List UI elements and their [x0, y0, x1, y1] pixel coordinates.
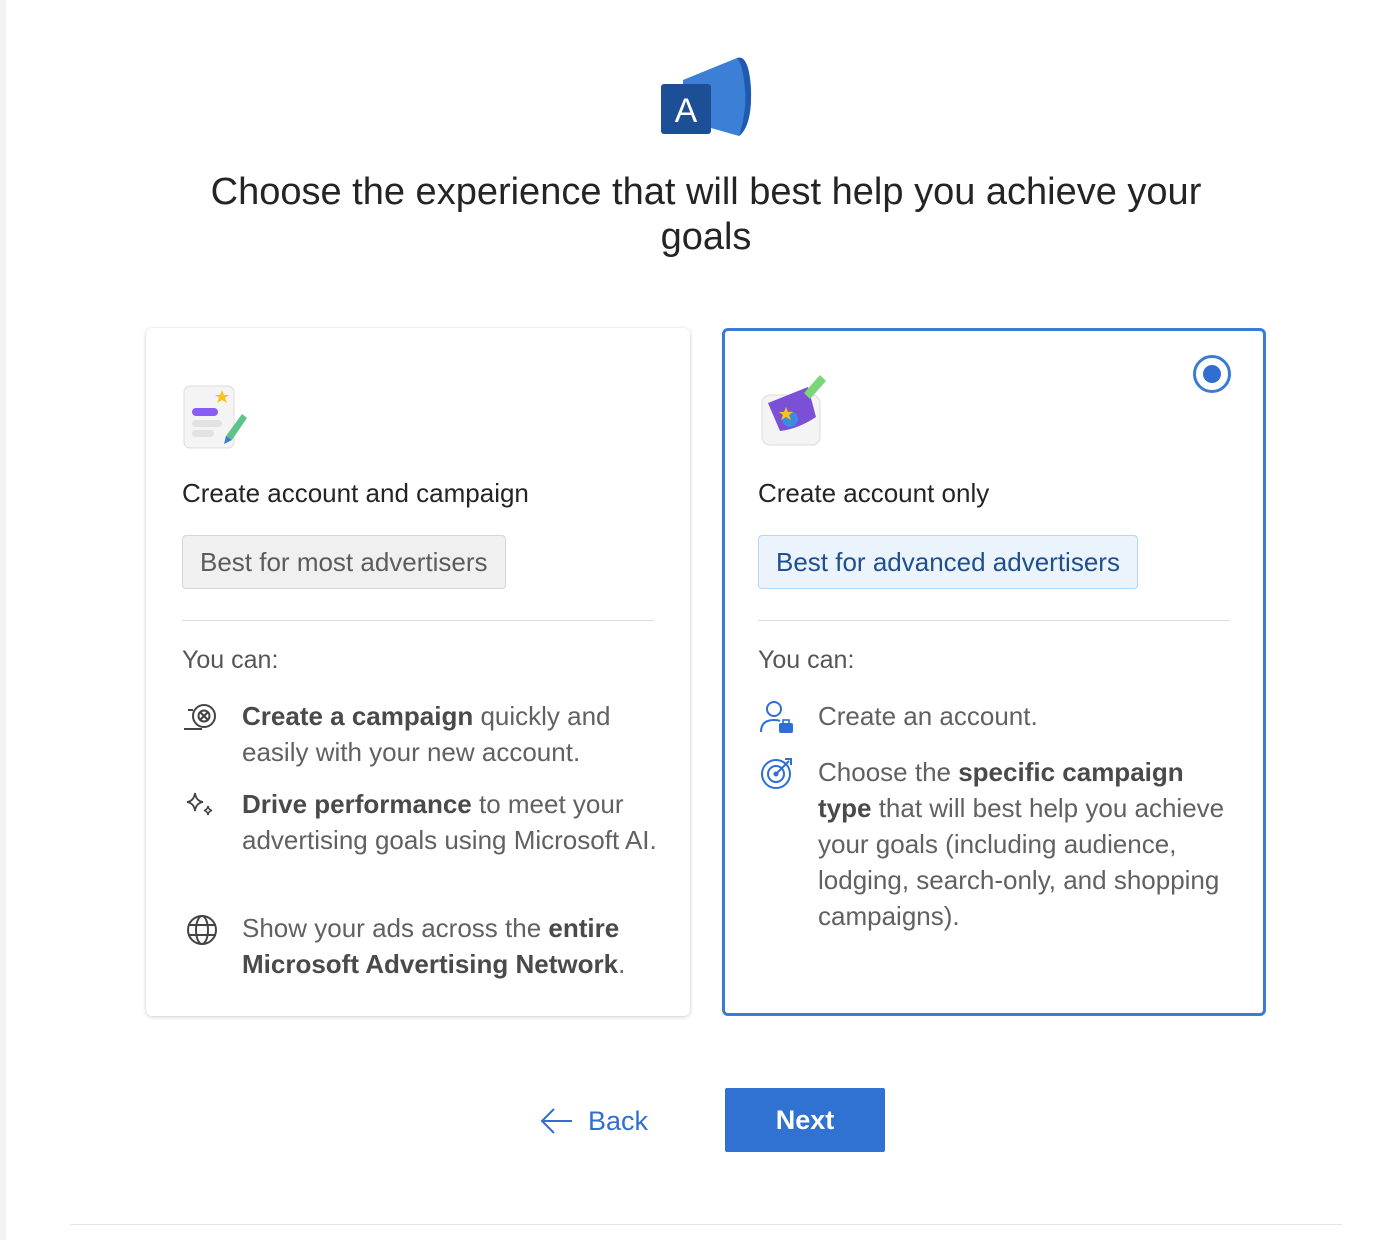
feature-item: Create a campaign quickly and easily wit… — [182, 698, 662, 770]
back-button[interactable]: Back — [538, 1096, 648, 1146]
option-title: Create account only — [758, 478, 990, 508]
divider — [758, 620, 1230, 621]
document-pen-illustration-icon — [183, 385, 247, 449]
page: A Choose the experience that will best h… — [0, 0, 1380, 1240]
target-arrow-icon — [761, 758, 792, 789]
back-label: Back — [588, 1105, 649, 1136]
page-title: Choose the experience that will best hel… — [210, 171, 1202, 258]
feature-item: Drive performance to meet your advertisi… — [182, 786, 662, 858]
person-briefcase-icon — [760, 701, 793, 733]
radio-selected[interactable] — [1193, 355, 1231, 393]
next-button[interactable]: Next — [725, 1088, 885, 1152]
feature-text: that will best help you achieve your goa… — [818, 793, 1225, 931]
arrow-left-icon — [540, 1108, 572, 1134]
feature-item: Show your ads across the entire Microsof… — [182, 910, 662, 982]
feature-item: Create an account. — [758, 698, 1238, 734]
feature-text: . — [618, 949, 626, 979]
you-can-label: You can: — [182, 646, 279, 674]
logo-letter: A — [675, 92, 698, 130]
feature-text: Show your ads across the — [242, 913, 549, 943]
feature-text: Choose the — [818, 757, 959, 787]
megaphone-logo-icon: A — [661, 57, 752, 136]
feature-text: Create an account. — [818, 701, 1038, 731]
option-badge: Best for most advertisers — [182, 535, 506, 589]
magic-wand-box-illustration-icon — [761, 375, 826, 446]
footer-divider — [70, 1224, 1342, 1225]
option-card-account-only[interactable]: Create account only Best for advanced ad… — [722, 328, 1266, 1016]
you-can-label: You can: — [758, 646, 855, 674]
option-card-account-and-campaign[interactable]: Create account and campaign Best for mos… — [146, 328, 690, 1016]
globe-icon — [187, 915, 217, 945]
left-edge-strip — [0, 0, 6, 1240]
option-badge: Best for advanced advertisers — [758, 535, 1138, 589]
feature-item: Choose the specific campaign type that w… — [758, 754, 1238, 934]
feature-bold: Create a campaign — [242, 701, 474, 731]
option-title: Create account and campaign — [182, 478, 529, 508]
feature-bold: Drive performance — [242, 789, 472, 819]
sparkle-icon — [186, 792, 213, 816]
speed-target-icon — [184, 704, 216, 730]
divider — [182, 620, 654, 621]
